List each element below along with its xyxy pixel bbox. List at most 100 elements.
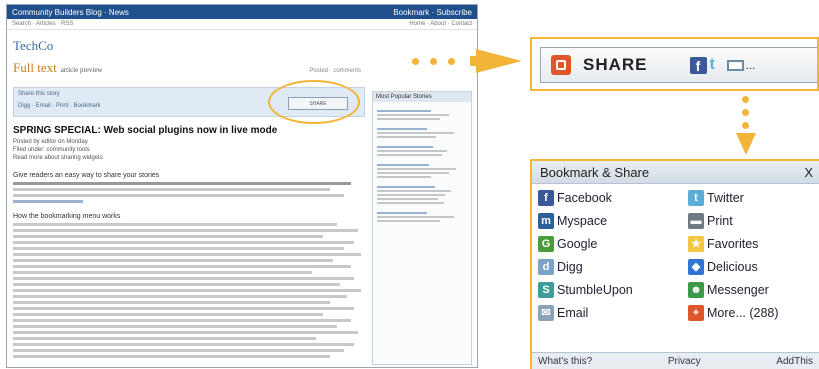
popular-sidebar: Most Popular Stories bbox=[372, 91, 472, 365]
text-line bbox=[13, 235, 323, 238]
facebook-icon: f bbox=[538, 189, 554, 206]
text-line bbox=[13, 319, 351, 322]
bookmark-share-panel: Bookmark & Share X f Facebook t Twitter m Mys… bbox=[530, 159, 819, 369]
text-line bbox=[13, 307, 355, 310]
twitter-icon[interactable]: t bbox=[710, 57, 724, 73]
google-icon: G bbox=[538, 235, 554, 252]
text-line bbox=[377, 220, 440, 222]
text-line bbox=[377, 118, 440, 120]
article-meta-1: Posted by editor on Monday bbox=[13, 139, 88, 145]
text-line bbox=[13, 194, 344, 197]
privacy-link[interactable]: Privacy bbox=[668, 356, 701, 367]
sidebar-head: Most Popular Stories bbox=[373, 92, 471, 102]
service-item-print[interactable]: ▬ Print bbox=[688, 211, 819, 230]
more-services-icon[interactable]: ... bbox=[746, 58, 756, 72]
close-icon[interactable]: X bbox=[804, 165, 813, 180]
text-line bbox=[13, 253, 362, 256]
text-line bbox=[13, 247, 344, 250]
subbar-left[interactable]: Search · Articles · RSS bbox=[12, 21, 73, 27]
service-item-more-288[interactable]: + More... (288) bbox=[688, 303, 819, 322]
text-line bbox=[13, 265, 351, 268]
web-page-screenshot: Community Builders Blog · News Bookmark … bbox=[6, 4, 478, 368]
text-line bbox=[13, 343, 355, 346]
stumbleupon-icon: S bbox=[538, 281, 554, 298]
text-line bbox=[377, 154, 442, 156]
headline-text: Full text bbox=[13, 60, 57, 75]
service-item-email[interactable]: ✉ Email bbox=[538, 303, 688, 322]
service-label: Email bbox=[557, 305, 589, 320]
arrow-right-icon bbox=[476, 49, 522, 73]
headline-small: article preview bbox=[60, 66, 103, 74]
headline-meta: Posted · comments bbox=[309, 68, 361, 74]
article-title[interactable]: SPRING SPECIAL: Web social plugins now i… bbox=[13, 125, 365, 136]
service-label: Google bbox=[557, 236, 598, 251]
text-line bbox=[13, 301, 330, 304]
sidebar-item[interactable] bbox=[377, 164, 467, 178]
share-bar-callout: SHARE f t ... bbox=[530, 37, 819, 91]
text-line bbox=[13, 331, 358, 334]
text-line bbox=[377, 128, 427, 130]
connector-dot bbox=[742, 96, 749, 103]
service-item-favorites[interactable]: ★ Favorites bbox=[688, 234, 819, 253]
digg-icon: d bbox=[538, 258, 554, 275]
share-label[interactable]: SHARE bbox=[583, 55, 648, 75]
text-line bbox=[13, 337, 316, 340]
sidebar-item[interactable] bbox=[377, 212, 467, 222]
share-highlight-oval bbox=[268, 80, 360, 124]
service-item-delicious[interactable]: ◆ Delicious bbox=[688, 257, 819, 276]
subbar-right[interactable]: Home · About · Contact bbox=[409, 21, 472, 27]
text-line bbox=[13, 349, 344, 352]
facebook-icon[interactable]: f bbox=[689, 56, 707, 74]
text-line bbox=[377, 110, 431, 112]
arrow-down-icon bbox=[736, 133, 756, 155]
text-line bbox=[13, 277, 355, 280]
paragraph-title-2: How the bookmarking menu works bbox=[13, 213, 121, 220]
sidebar-item[interactable] bbox=[377, 110, 467, 120]
text-line bbox=[377, 164, 430, 166]
delicious-icon: ◆ bbox=[688, 258, 704, 275]
sidebar-item[interactable] bbox=[377, 186, 467, 204]
text-line bbox=[13, 325, 337, 328]
service-grid: f Facebook t Twitter m Myspace ▬ Print G Google ★ F… bbox=[532, 184, 819, 322]
service-item-messenger[interactable]: ☻ Messenger bbox=[688, 280, 819, 299]
service-item-google[interactable]: G Google bbox=[538, 234, 688, 253]
addthis-link[interactable]: AddThis bbox=[776, 356, 813, 367]
site-topbar: Community Builders Blog · News Bookmark … bbox=[7, 5, 477, 19]
email-icon[interactable] bbox=[726, 59, 744, 71]
share-bar[interactable]: SHARE f t ... bbox=[540, 47, 817, 83]
connector-dot bbox=[742, 109, 749, 116]
sidebar-item[interactable] bbox=[377, 146, 467, 156]
messenger-icon: ☻ bbox=[688, 281, 704, 298]
text-line bbox=[377, 172, 449, 174]
connector-dot bbox=[742, 122, 749, 129]
text-line bbox=[377, 136, 436, 138]
whats-this-link[interactable]: What's this? bbox=[538, 356, 592, 367]
share-plus-icon[interactable] bbox=[551, 55, 571, 75]
service-label: Twitter bbox=[707, 190, 744, 205]
email-icon: ✉ bbox=[538, 304, 554, 321]
service-item-twitter[interactable]: t Twitter bbox=[688, 188, 819, 207]
connector-dot bbox=[412, 58, 419, 65]
service-item-myspace[interactable]: m Myspace bbox=[538, 211, 688, 230]
service-item-stumbleupon[interactable]: S StumbleUpon bbox=[538, 280, 688, 299]
text-line bbox=[13, 355, 330, 358]
service-label: More... (288) bbox=[707, 305, 779, 320]
topbar-right-links[interactable]: Bookmark · Subscribe bbox=[393, 8, 472, 17]
service-item-digg[interactable]: d Digg bbox=[538, 257, 688, 276]
article-meta-3[interactable]: Read more about sharing widgets bbox=[13, 154, 365, 162]
service-label: Facebook bbox=[557, 190, 612, 205]
text-line bbox=[377, 190, 451, 192]
site-logo[interactable]: TechCo bbox=[13, 38, 477, 54]
sidebar-item[interactable] bbox=[377, 128, 467, 138]
text-line bbox=[377, 186, 435, 188]
text-line bbox=[377, 114, 449, 116]
service-item-facebook[interactable]: f Facebook bbox=[538, 188, 688, 207]
site-subbar: Search · Articles · RSS Home · About · C… bbox=[7, 19, 477, 30]
topbar-left-links[interactable]: Community Builders Blog · News bbox=[12, 8, 129, 17]
paragraph-title-1: Give readers an easy way to share your s… bbox=[13, 172, 160, 179]
text-line bbox=[377, 216, 455, 218]
text-line bbox=[13, 229, 358, 232]
page-headline: Full text article preview bbox=[13, 60, 102, 76]
text-line bbox=[13, 241, 355, 244]
service-label: Myspace bbox=[557, 213, 608, 228]
